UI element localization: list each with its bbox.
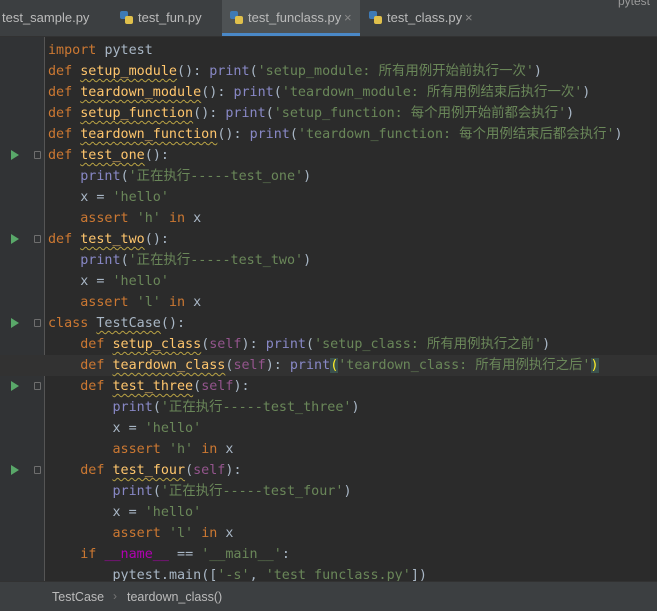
code-text: x = 'hello' bbox=[80, 190, 169, 205]
code-line[interactable]: if __name__ == '__main__': bbox=[0, 544, 657, 565]
code-line[interactable]: x = 'hello' bbox=[0, 502, 657, 523]
code-text: class TestCase(): bbox=[48, 316, 186, 331]
code-text: def test_two(): bbox=[48, 232, 169, 247]
code-line[interactable]: def test_two(): bbox=[0, 229, 657, 250]
code-text: assert 'h' in x bbox=[112, 442, 234, 457]
code-line[interactable]: class TestCase(): bbox=[0, 313, 657, 334]
code-line[interactable]: def test_four(self): bbox=[0, 460, 657, 481]
fold-icon[interactable] bbox=[34, 466, 41, 474]
code-editor[interactable]: import pytest def setup_module(): print('… bbox=[0, 37, 657, 583]
code-line[interactable]: assert 'l' in x bbox=[0, 523, 657, 544]
code-text: def test_one(): bbox=[48, 148, 169, 163]
tab-label: test_class.py bbox=[387, 10, 463, 25]
tab-label: test_sample.py bbox=[2, 10, 90, 25]
breadcrumb-item-method[interactable]: teardown_class() bbox=[127, 590, 222, 604]
code-text: def teardown_function(): print('teardown… bbox=[48, 127, 623, 142]
tab-label: test_fun.py bbox=[138, 10, 202, 25]
code-text: x = 'hello' bbox=[112, 421, 202, 436]
code-line[interactable]: import pytest bbox=[0, 40, 657, 61]
python-file-icon bbox=[230, 11, 243, 24]
code-text: print('正在执行-----test_four') bbox=[112, 484, 352, 499]
run-test-icon[interactable] bbox=[11, 150, 19, 160]
tab-test-class[interactable]: test_class.py × bbox=[361, 0, 483, 36]
code-line[interactable]: def teardown_module(): print('teardown_m… bbox=[0, 82, 657, 103]
code-text: def teardown_class(self): print('teardow… bbox=[80, 358, 599, 373]
code-text: assert 'l' in x bbox=[80, 295, 202, 310]
code-text: def teardown_module(): print('teardown_m… bbox=[48, 85, 591, 100]
code-line[interactable]: assert 'l' in x bbox=[0, 292, 657, 313]
code-text: def setup_module(): print('setup_module:… bbox=[48, 64, 542, 79]
code-text: x = 'hello' bbox=[112, 505, 202, 520]
code-text: def test_three(self): bbox=[80, 379, 250, 394]
code-line[interactable]: print('正在执行-----test_four') bbox=[0, 481, 657, 502]
fold-icon[interactable] bbox=[34, 151, 41, 159]
tab-test-funclass[interactable]: test_funclass.py × bbox=[222, 0, 360, 36]
tab-test-sample[interactable]: test_sample.py bbox=[0, 0, 111, 36]
tab-close-icon[interactable]: × bbox=[465, 10, 473, 25]
code-text: assert 'l' in x bbox=[112, 526, 234, 541]
python-file-icon bbox=[369, 11, 382, 24]
run-test-icon[interactable] bbox=[11, 234, 19, 244]
code-text: def test_four(self): bbox=[80, 463, 242, 478]
code-line[interactable]: assert 'h' in x bbox=[0, 208, 657, 229]
tab-label: test_funclass.py bbox=[248, 10, 342, 25]
code-text: def setup_function(): print('setup_funct… bbox=[48, 106, 575, 121]
code-line[interactable]: def setup_function(): print('setup_funct… bbox=[0, 103, 657, 124]
code-text: x = 'hello' bbox=[80, 274, 169, 289]
code-text: def setup_class(self): print('setup_clas… bbox=[80, 337, 551, 352]
tab-overflow-label[interactable]: pytest bbox=[618, 0, 650, 8]
fold-icon[interactable] bbox=[34, 235, 41, 243]
code-line[interactable]: print('正在执行-----test_one') bbox=[0, 166, 657, 187]
code-line[interactable]: x = 'hello' bbox=[0, 271, 657, 292]
code-line[interactable]: print('正在执行-----test_two') bbox=[0, 250, 657, 271]
python-file-icon bbox=[120, 11, 133, 24]
code-line[interactable]: print('正在执行-----test_three') bbox=[0, 397, 657, 418]
run-test-icon[interactable] bbox=[11, 318, 19, 328]
code-text: if __name__ == '__main__': bbox=[80, 547, 290, 562]
run-test-icon[interactable] bbox=[11, 465, 19, 475]
breadcrumb-separator-icon: › bbox=[113, 589, 117, 603]
fold-icon[interactable] bbox=[34, 319, 41, 327]
code-text: print('正在执行-----test_two') bbox=[80, 253, 312, 268]
code-line[interactable]: def test_three(self): bbox=[0, 376, 657, 397]
run-test-icon[interactable] bbox=[11, 381, 19, 391]
breadcrumb: TestCase › teardown_class() bbox=[0, 581, 657, 611]
tab-test-fun[interactable]: test_fun.py bbox=[112, 0, 222, 36]
code-line[interactable]: x = 'hello' bbox=[0, 187, 657, 208]
code-line[interactable]: x = 'hello' bbox=[0, 418, 657, 439]
code-line[interactable]: def teardown_function(): print('teardown… bbox=[0, 124, 657, 145]
tab-close-icon[interactable]: × bbox=[344, 10, 352, 25]
fold-icon[interactable] bbox=[34, 382, 41, 390]
code-text: print('正在执行-----test_three') bbox=[112, 400, 360, 415]
code-text: assert 'h' in x bbox=[80, 211, 202, 226]
code-line[interactable]: def test_one(): bbox=[0, 145, 657, 166]
editor-tab-bar: test_sample.py test_fun.py test_funclass… bbox=[0, 0, 657, 37]
code-text: print('正在执行-----test_one') bbox=[80, 169, 312, 184]
code-line[interactable]: def setup_class(self): print('setup_clas… bbox=[0, 334, 657, 355]
code-line[interactable]: def teardown_class(self): print('teardow… bbox=[0, 355, 657, 376]
code-line[interactable]: assert 'h' in x bbox=[0, 439, 657, 460]
code-text: import pytest bbox=[48, 43, 153, 58]
breadcrumb-item-class[interactable]: TestCase bbox=[52, 590, 104, 604]
code-line[interactable]: def setup_module(): print('setup_module:… bbox=[0, 61, 657, 82]
